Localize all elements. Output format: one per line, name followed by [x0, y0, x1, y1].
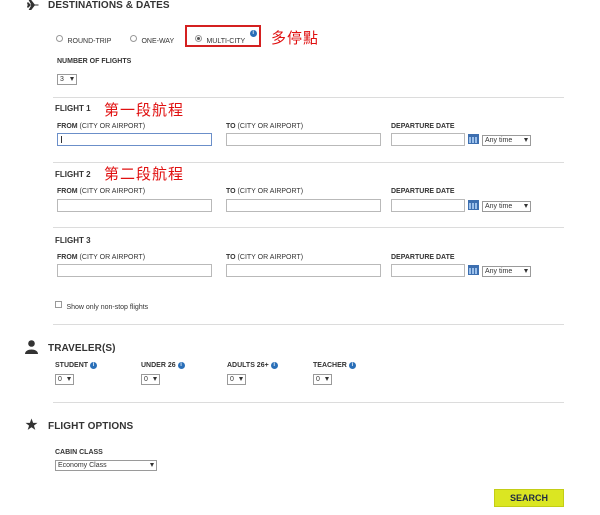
time-value: Any time	[485, 203, 513, 210]
departure-label: DEPARTURE DATE	[391, 254, 455, 261]
nonstop-option[interactable]: Show only non-stop flights	[55, 296, 148, 314]
flight-3-from-input[interactable]	[57, 264, 212, 277]
calendar-icon[interactable]	[468, 200, 479, 210]
text-cursor	[61, 136, 62, 143]
flight-1-date-input[interactable]	[391, 133, 465, 146]
number-of-flights-select[interactable]: 3	[57, 74, 77, 85]
one-way-option[interactable]: ONE-WAY	[130, 30, 174, 48]
annotation-flight-2: 第二段航程	[104, 165, 185, 183]
traveler-adults-label: ADULTS 26+ i	[227, 362, 278, 369]
cabin-class-select[interactable]: Economy Class	[55, 460, 157, 471]
flight-1-from-input[interactable]	[57, 133, 212, 146]
flight-3-time-select[interactable]: Any time	[482, 266, 531, 277]
time-value: Any time	[485, 137, 513, 144]
to-label: TO (CITY OR AIRPORT)	[226, 188, 304, 195]
flight-3-date-input[interactable]	[391, 264, 465, 277]
from-label: FROM (CITY OR AIRPORT)	[57, 123, 146, 130]
adults-count-select[interactable]: 0	[227, 374, 246, 385]
calendar-icon[interactable]	[468, 134, 479, 144]
flight-2-time-select[interactable]: Any time	[482, 201, 531, 212]
flight-1-time-select[interactable]: Any time	[482, 135, 531, 146]
flight-2-from-input[interactable]	[57, 199, 212, 212]
round-trip-option[interactable]: ROUND-TRIP	[56, 30, 111, 48]
cabin-class-value: Economy Class	[58, 462, 107, 469]
divider	[53, 97, 564, 98]
to-label: TO (CITY OR AIRPORT)	[226, 123, 304, 130]
nonstop-checkbox[interactable]	[55, 301, 62, 309]
number-of-flights-label: NUMBER OF FLIGHTS	[57, 58, 132, 65]
round-trip-label: ROUND-TRIP	[67, 38, 112, 45]
departure-label: DEPARTURE DATE	[391, 123, 455, 130]
calendar-icon[interactable]	[468, 265, 479, 275]
flight-3-to-input[interactable]	[226, 264, 381, 277]
person-icon	[25, 340, 38, 354]
flight-2-title: FLIGHT 2	[55, 170, 91, 179]
to-label: TO (CITY OR AIRPORT)	[226, 254, 304, 261]
annotation-multi-city: 多停點	[271, 29, 320, 47]
divider	[53, 324, 564, 325]
airplane-icon	[27, 0, 39, 10]
info-icon[interactable]: i	[177, 362, 185, 369]
search-button[interactable]: SEARCH	[494, 489, 564, 507]
traveler-under26-label: UNDER 26 i	[141, 362, 185, 369]
under26-count-select[interactable]: 0	[141, 374, 160, 385]
multi-city-radio[interactable]	[195, 35, 202, 43]
from-label: FROM (CITY OR AIRPORT)	[57, 254, 146, 261]
multi-city-label: MULTI-CITY	[206, 38, 246, 45]
flight-1-to-input[interactable]	[226, 133, 381, 146]
departure-label: DEPARTURE DATE	[391, 188, 455, 195]
annotation-flight-1: 第一段航程	[104, 101, 185, 119]
info-icon[interactable]: i	[270, 362, 278, 369]
one-way-label: ONE-WAY	[141, 38, 175, 45]
number-of-flights-value: 3	[60, 76, 64, 83]
traveler-teacher-label: TEACHER i	[313, 362, 356, 369]
nonstop-label: Show only non-stop flights	[66, 304, 149, 311]
teacher-count-select[interactable]: 0	[313, 374, 332, 385]
from-label: FROM (CITY OR AIRPORT)	[57, 188, 146, 195]
student-count-select[interactable]: 0	[55, 374, 74, 385]
info-icon[interactable]: i	[90, 362, 98, 369]
divider	[53, 402, 564, 403]
one-way-radio[interactable]	[130, 35, 137, 43]
destinations-title: DESTINATIONS & DATES	[48, 0, 170, 11]
flight-2-to-input[interactable]	[226, 199, 381, 212]
traveler-student-label: STUDENT i	[55, 362, 98, 369]
multi-city-option[interactable]: MULTI-CITY i	[195, 30, 257, 48]
flight-1-title: FLIGHT 1	[55, 104, 91, 113]
divider	[53, 227, 564, 228]
info-icon[interactable]: i	[348, 362, 356, 369]
travelers-title: TRAVELER(S)	[48, 343, 116, 354]
flight-2-date-input[interactable]	[391, 199, 465, 212]
time-value: Any time	[485, 268, 513, 275]
round-trip-radio[interactable]	[56, 35, 63, 43]
info-icon[interactable]: i	[249, 30, 257, 37]
flight-options-title: FLIGHT OPTIONS	[48, 421, 134, 432]
flight-3-title: FLIGHT 3	[55, 236, 91, 245]
star-icon	[25, 418, 38, 430]
cabin-class-label: CABIN CLASS	[55, 449, 103, 456]
